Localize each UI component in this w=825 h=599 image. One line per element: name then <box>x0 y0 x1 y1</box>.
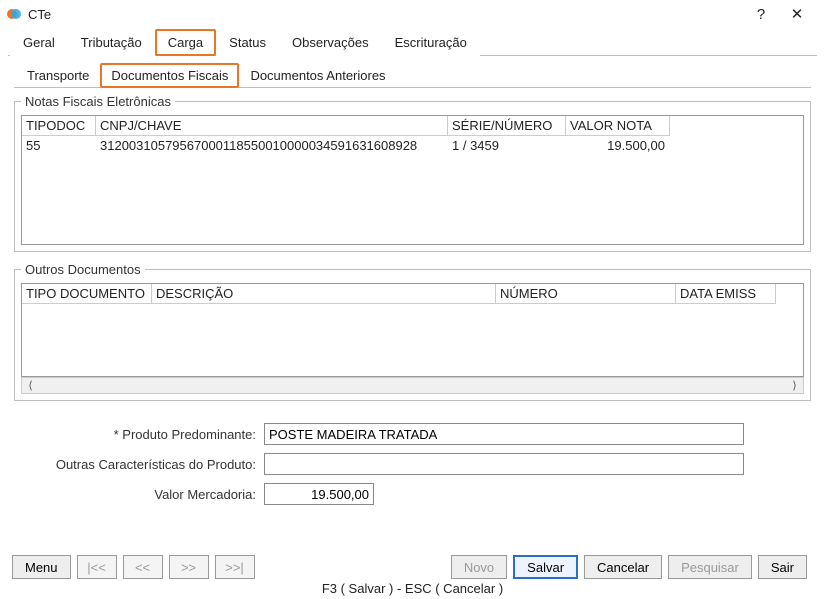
label-produto-predominante: * Produto Predominante: <box>14 427 264 442</box>
nfe-col-valor-nota[interactable]: VALOR NOTA <box>566 116 670 136</box>
help-button[interactable]: ? <box>743 2 779 26</box>
nav-first-button[interactable]: |<< <box>77 555 117 579</box>
cancelar-button[interactable]: Cancelar <box>584 555 662 579</box>
content-area: Notas Fiscais Eletrônicas TIPODOC CNPJ/C… <box>14 94 811 505</box>
pesquisar-button[interactable]: Pesquisar <box>668 555 752 579</box>
tab-status[interactable]: Status <box>216 29 279 56</box>
nfe-col-serie-numero[interactable]: SÉRIE/NÚMERO <box>448 116 566 136</box>
window-title: CTe <box>28 7 743 22</box>
outros-grid[interactable]: TIPO DOCUMENTO DESCRIÇÃO NÚMERO DATA EMI… <box>21 283 804 377</box>
close-button[interactable]: ✕ <box>779 2 815 26</box>
out-col-tipo-documento[interactable]: TIPO DOCUMENTO <box>22 284 152 304</box>
scroll-left-icon[interactable]: ⟨ <box>22 379 39 392</box>
nfe-grid[interactable]: TIPODOC CNPJ/CHAVE SÉRIE/NÚMERO VALOR NO… <box>21 115 804 245</box>
group-nfe-title: Notas Fiscais Eletrônicas <box>21 94 175 109</box>
salvar-button[interactable]: Salvar <box>513 555 578 579</box>
nfe-cell-serie-numero: 1 / 3459 <box>448 136 566 155</box>
row-produto-predominante: * Produto Predominante: <box>14 423 811 445</box>
label-outras-caract: Outras Características do Produto: <box>14 457 264 472</box>
sair-button[interactable]: Sair <box>758 555 807 579</box>
tab-geral[interactable]: Geral <box>10 29 68 56</box>
tab-escrituracao[interactable]: Escrituração <box>382 29 480 56</box>
main-tabs: Geral Tributação Carga Status Observaçõe… <box>8 28 817 56</box>
nfe-cell-valor-nota: 19.500,00 <box>566 136 670 155</box>
scroll-right-icon[interactable]: ⟩ <box>786 379 803 392</box>
nfe-cell-tipodoc: 55 <box>22 136 96 155</box>
tab-carga[interactable]: Carga <box>155 29 216 56</box>
novo-button[interactable]: Novo <box>451 555 507 579</box>
nfe-data-row[interactable]: 55 3120031057956700011855001000003459163… <box>22 136 803 155</box>
bottom-bar: Menu |<< << >> >>| Novo Salvar Cancelar … <box>12 555 813 579</box>
nav-prev-button[interactable]: << <box>123 555 163 579</box>
app-icon <box>6 6 22 22</box>
out-col-descricao[interactable]: DESCRIÇÃO <box>152 284 496 304</box>
row-outras-caract: Outras Características do Produto: <box>14 453 811 475</box>
out-col-data-emissao[interactable]: DATA EMISS <box>676 284 776 304</box>
nav-last-button[interactable]: >>| <box>215 555 255 579</box>
subtab-transporte[interactable]: Transporte <box>16 63 100 88</box>
outros-horizontal-scrollbar[interactable]: ⟨ ⟩ <box>21 377 804 394</box>
window-titlebar: CTe ? ✕ <box>0 0 825 28</box>
group-outros: Outros Documentos TIPO DOCUMENTO DESCRIÇ… <box>14 262 811 401</box>
nav-next-button[interactable]: >> <box>169 555 209 579</box>
subtab-documentos-anteriores[interactable]: Documentos Anteriores <box>239 63 396 88</box>
label-valor-mercadoria: Valor Mercadoria: <box>14 487 264 502</box>
outros-header-row: TIPO DOCUMENTO DESCRIÇÃO NÚMERO DATA EMI… <box>22 284 803 304</box>
subtab-documentos-fiscais[interactable]: Documentos Fiscais <box>100 63 239 88</box>
input-valor-mercadoria[interactable] <box>264 483 374 505</box>
input-produto-predominante[interactable] <box>264 423 744 445</box>
row-valor-mercadoria: Valor Mercadoria: <box>14 483 811 505</box>
group-outros-title: Outros Documentos <box>21 262 145 277</box>
group-nfe: Notas Fiscais Eletrônicas TIPODOC CNPJ/C… <box>14 94 811 252</box>
out-col-numero[interactable]: NÚMERO <box>496 284 676 304</box>
menu-button[interactable]: Menu <box>12 555 71 579</box>
nfe-col-cnpj-chave[interactable]: CNPJ/CHAVE <box>96 116 448 136</box>
status-bar: F3 ( Salvar ) - ESC ( Cancelar ) <box>0 579 825 599</box>
sub-tabs: Transporte Documentos Fiscais Documentos… <box>14 62 811 88</box>
tab-observacoes[interactable]: Observações <box>279 29 382 56</box>
nfe-header-row: TIPODOC CNPJ/CHAVE SÉRIE/NÚMERO VALOR NO… <box>22 116 803 136</box>
nfe-cell-cnpj-chave: 3120031057956700011855001000003459163160… <box>96 136 448 155</box>
nfe-col-tipodoc[interactable]: TIPODOC <box>22 116 96 136</box>
tab-tributacao[interactable]: Tributação <box>68 29 155 56</box>
input-outras-caract[interactable] <box>264 453 744 475</box>
